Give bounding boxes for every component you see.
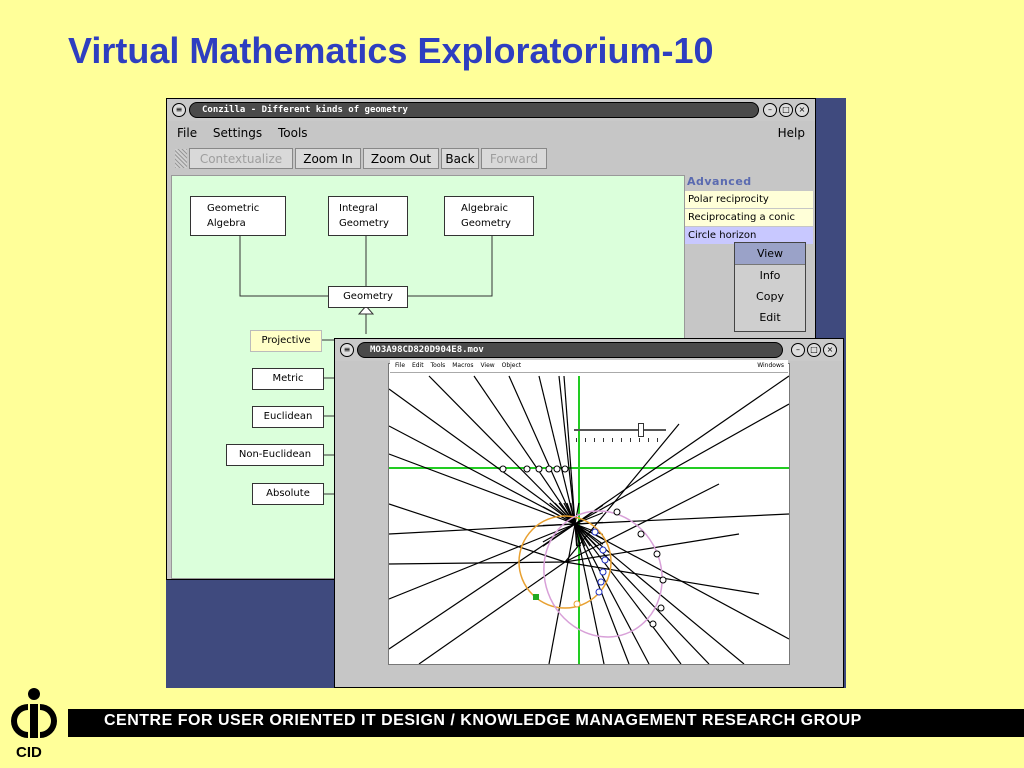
popup-copy[interactable]: Copy (735, 286, 805, 307)
geo-menu-view[interactable]: View (480, 360, 494, 372)
panel-item-reciprocating-conic[interactable]: Reciprocating a conic (685, 209, 813, 226)
forward-button[interactable]: Forward (481, 148, 547, 169)
panel-item-polar-reciprocity[interactable]: Polar reciprocity (685, 191, 813, 208)
geo-point (659, 576, 667, 584)
menu-settings[interactable]: Settings (213, 123, 262, 143)
contextualize-button[interactable]: Contextualize (189, 148, 293, 169)
concept-euclidean[interactable]: Euclidean (252, 406, 324, 428)
cid-logo-text: CID (16, 744, 42, 761)
minimize-icon[interactable]: – (791, 343, 805, 357)
popup-edit[interactable]: Edit (735, 307, 805, 328)
pencil-line (548, 502, 580, 665)
pencil-line (388, 504, 604, 650)
menubar: File Settings Tools Help (171, 123, 811, 143)
geo-point (595, 588, 603, 596)
geo-point (601, 556, 609, 564)
geo-point (573, 600, 581, 608)
geo-point (649, 620, 657, 628)
geo-point (561, 465, 569, 473)
geo-point (657, 604, 665, 612)
movie-slider-track[interactable] (574, 429, 666, 431)
geo-point (591, 528, 599, 536)
geo-point (597, 578, 605, 586)
window-menu-icon[interactable]: ≡ (172, 103, 186, 117)
concept-geometry[interactable]: Geometry (328, 286, 408, 308)
popup-info[interactable]: Info (735, 265, 805, 286)
zoom-out-button[interactable]: Zoom Out (363, 148, 439, 169)
context-popup-menu: View Info Copy Edit (734, 242, 806, 332)
movie-slider-ticks (576, 438, 666, 442)
concept-algebraic-geometry[interactable]: Algebraic Geometry (444, 196, 534, 236)
advanced-header: Advanced (687, 175, 752, 188)
concept-non-euclidean[interactable]: Non-Euclidean (226, 444, 324, 466)
desktop: ≡ Conzilla - Different kinds of geometry… (166, 98, 846, 688)
geo-menu-file[interactable]: File (395, 360, 405, 372)
concept-label: Geometry (461, 218, 511, 229)
concept-label: Geometry (339, 218, 389, 229)
window-menu-icon[interactable]: ≡ (340, 343, 354, 357)
back-button[interactable]: Back (441, 148, 479, 169)
geo-point (545, 465, 553, 473)
geometry-drawing (388, 375, 790, 665)
menu-help[interactable]: Help (778, 123, 805, 143)
geo-point (499, 465, 507, 473)
geo-menu-macros[interactable]: Macros (452, 360, 473, 372)
movie-titlebar[interactable]: ≡ MO3A98CD820D904E8.mov – □ × (335, 339, 843, 361)
popup-view[interactable]: View (735, 243, 805, 265)
close-icon[interactable]: × (795, 103, 809, 117)
menu-file[interactable]: File (177, 123, 197, 143)
geo-menu-edit[interactable]: Edit (412, 360, 424, 372)
movie-window-title: MO3A98CD820D904E8.mov (357, 342, 783, 358)
conzilla-window-title: Conzilla - Different kinds of geometry (189, 102, 759, 118)
minimize-icon[interactable]: – (763, 103, 777, 117)
zoom-in-button[interactable]: Zoom In (295, 148, 361, 169)
concept-projective[interactable]: Projective (250, 330, 322, 352)
geo-point (599, 546, 607, 554)
geo-menu-tools[interactable]: Tools (431, 360, 446, 372)
close-icon[interactable]: × (823, 343, 837, 357)
geo-menu-object[interactable]: Object (502, 360, 522, 372)
concept-label: Algebraic (461, 203, 508, 214)
concept-geometric-algebra[interactable]: Geometric Algebra (190, 196, 286, 236)
geo-point (653, 550, 661, 558)
slide-title: Virtual Mathematics Exploratorium-10 (68, 30, 714, 71)
geometry-view[interactable] (388, 363, 790, 665)
concept-label: Integral (339, 203, 378, 214)
footer-text: CENTRE FOR USER ORIENTED IT DESIGN / KNO… (104, 712, 862, 729)
menu-tools[interactable]: Tools (278, 123, 308, 143)
geo-point (613, 508, 621, 516)
geo-point (553, 465, 561, 473)
geo-point (535, 465, 543, 473)
geo-menu-windows[interactable]: Windows (757, 360, 784, 372)
conzilla-titlebar[interactable]: ≡ Conzilla - Different kinds of geometry… (167, 99, 815, 121)
geo-point (599, 568, 607, 576)
toolbar: Contextualize Zoom In Zoom Out Back Forw… (171, 147, 811, 173)
maximize-icon[interactable]: □ (807, 343, 821, 357)
concept-label: Algebra (207, 218, 246, 229)
geo-point (637, 530, 645, 538)
movie-slider-thumb[interactable] (638, 423, 644, 437)
concept-label: Geometric (207, 203, 260, 214)
concept-absolute[interactable]: Absolute (252, 483, 324, 505)
pencil-line (564, 533, 740, 563)
concept-metric[interactable]: Metric (252, 368, 324, 390)
pencil-line (418, 561, 566, 665)
maximize-icon[interactable]: □ (779, 103, 793, 117)
geo-point (523, 465, 531, 473)
pencil-line (564, 423, 680, 563)
geometry-menubar: File Edit Tools Macros View Object Windo… (390, 360, 788, 373)
cursor-marker (533, 594, 539, 600)
toolbar-grip[interactable] (175, 149, 187, 168)
concept-integral-geometry[interactable]: Integral Geometry (328, 196, 408, 236)
